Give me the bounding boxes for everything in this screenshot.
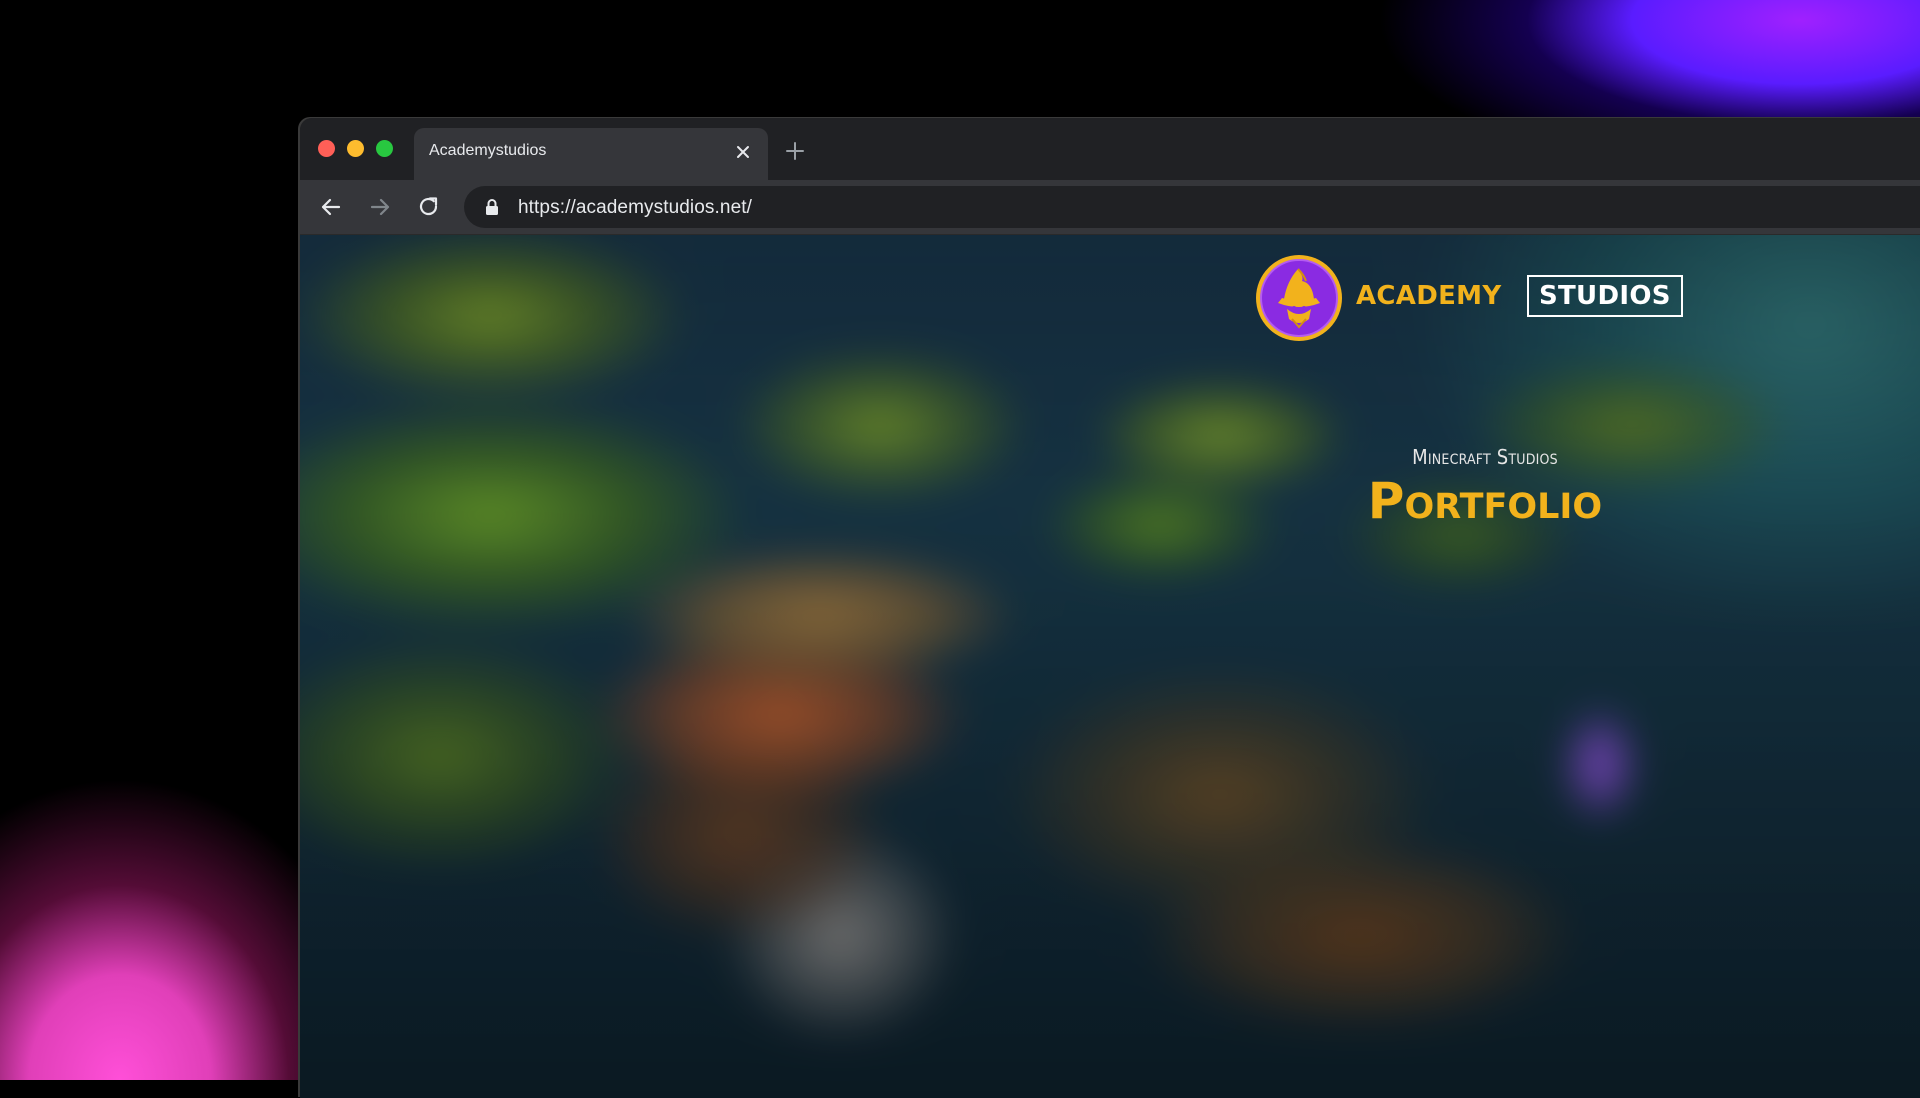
plus-icon[interactable] (784, 140, 806, 162)
close-icon[interactable] (732, 141, 754, 163)
browser-titlebar: Academystudios (300, 118, 1920, 180)
address-bar[interactable]: https://academystudios.net/ (464, 186, 1920, 228)
brand-academy-text: ACADEMY (1356, 281, 1502, 311)
window-zoom-button[interactable] (376, 140, 393, 157)
window-close-button[interactable] (318, 140, 335, 157)
tab-title: Academystudios (429, 142, 547, 159)
window-minimize-button[interactable] (347, 140, 364, 157)
browser-tab[interactable]: Academystudios (414, 128, 768, 180)
browser-toolbar: https://academystudios.net/ (300, 180, 1920, 235)
browser-window: Academystudios https://academystudios.ne… (300, 118, 1920, 1098)
page-viewport: ACADEMY STUDIOS Minecraft Studios Portfo… (300, 235, 1920, 1098)
hero-subtitle: Minecraft Studios (1412, 445, 1558, 469)
lock-icon (484, 198, 500, 216)
site-brand[interactable]: ACADEMY STUDIOS (1254, 253, 1683, 345)
hero-title: Portfolio (1367, 472, 1603, 530)
brand-studios-text: STUDIOS (1527, 275, 1683, 317)
address-url: https://academystudios.net/ (518, 197, 752, 218)
wizard-logo-icon (1254, 253, 1344, 343)
background-overlay (300, 235, 1920, 1098)
arrow-right-icon[interactable] (367, 194, 393, 220)
reload-icon[interactable] (416, 194, 442, 220)
arrow-left-icon[interactable] (318, 194, 344, 220)
